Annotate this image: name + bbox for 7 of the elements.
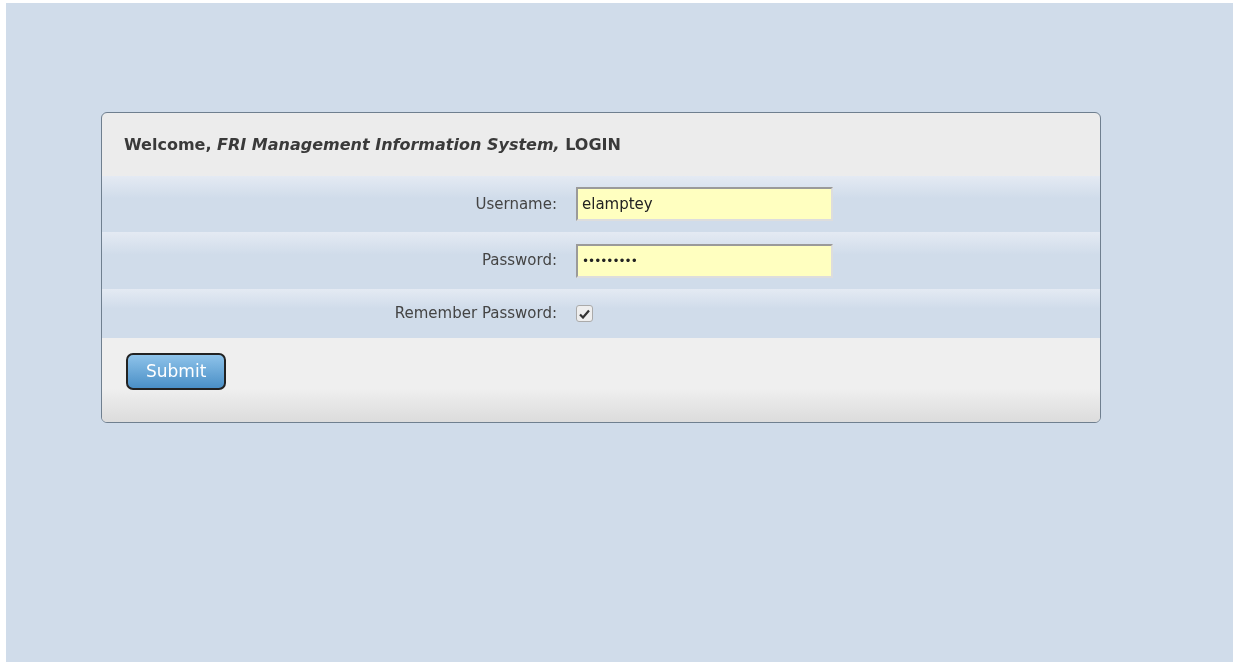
username-field[interactable]: elamptey bbox=[576, 187, 833, 221]
field-label: Remember Password: bbox=[393, 303, 558, 325]
panel-title: Welcome, FRI Management Information System, LOGIN bbox=[124, 133, 621, 156]
field-label: Username: bbox=[474, 193, 558, 215]
password-field[interactable]: ••••••••• bbox=[576, 243, 833, 278]
field-label: Password: bbox=[480, 250, 558, 272]
checkbox[interactable] bbox=[576, 305, 593, 322]
